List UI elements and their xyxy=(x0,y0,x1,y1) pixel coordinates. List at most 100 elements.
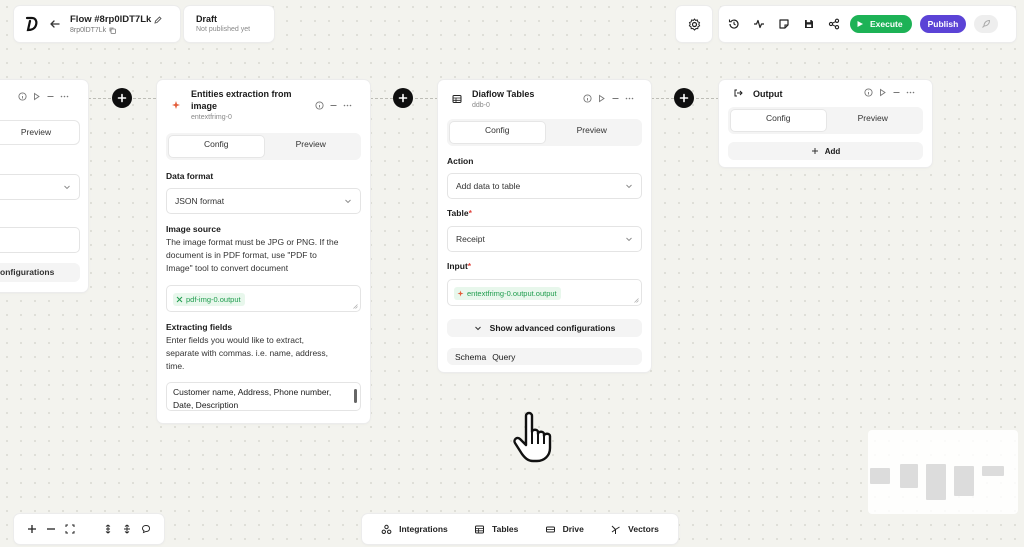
input-field[interactable]: entextfrimg-0.output.output xyxy=(447,279,642,306)
info-icon[interactable] xyxy=(315,101,324,110)
tab-query[interactable]: Query xyxy=(492,352,515,362)
integrations-button[interactable]: Integrations xyxy=(381,524,448,535)
tab-schema[interactable]: Schema xyxy=(455,352,486,362)
vectors-button[interactable]: Vectors xyxy=(610,524,659,535)
chevron-down-icon xyxy=(344,197,352,205)
node-header: Entities extraction from image entextfri… xyxy=(191,88,292,121)
more-icon[interactable] xyxy=(343,101,352,110)
tab-config[interactable]: Config xyxy=(450,122,545,143)
minimize-icon[interactable] xyxy=(46,92,55,101)
status-title: Draft xyxy=(196,14,218,24)
copy-icon[interactable] xyxy=(109,27,117,34)
more-icon[interactable] xyxy=(625,94,634,103)
tab-preview[interactable]: Preview xyxy=(264,136,359,157)
schema-query-tabs: Schema Query xyxy=(447,348,642,365)
save-icon[interactable] xyxy=(800,16,817,33)
extracting-fields-textarea[interactable]: Customer name, Address, Phone number, Da… xyxy=(166,382,361,411)
more-icon[interactable] xyxy=(906,88,915,97)
publish-label: Publish xyxy=(927,19,959,29)
resource-bar: Integrations Tables Drive Vectors xyxy=(362,514,678,544)
minimap-node xyxy=(982,466,1004,476)
node-title: Diaflow Tables xyxy=(472,89,535,99)
share-icon[interactable] xyxy=(825,16,842,33)
data-format-select[interactable]: JSON format xyxy=(166,188,361,214)
note-icon[interactable] xyxy=(775,16,792,33)
tab-preview[interactable]: Preview xyxy=(545,122,640,143)
add-output-button[interactable]: Add xyxy=(728,142,923,160)
plus-icon xyxy=(398,93,408,103)
node-entities-extraction[interactable]: Entities extraction from image entextfri… xyxy=(157,80,370,423)
show-advanced-button[interactable]: Show advanced configurations xyxy=(447,319,642,337)
table-select[interactable]: Receipt xyxy=(447,226,642,252)
execute-button[interactable]: Execute xyxy=(850,15,912,33)
tables-button[interactable]: Tables xyxy=(474,524,518,535)
table-icon xyxy=(474,524,485,535)
minimap-node xyxy=(900,464,918,488)
minimize-icon[interactable] xyxy=(329,101,338,110)
node-diaflow-tables[interactable]: Diaflow Tables ddb-0 Config Preview Acti… xyxy=(438,80,651,372)
activity-icon[interactable] xyxy=(750,16,767,33)
play-outline-icon[interactable] xyxy=(597,94,606,103)
advanced-configurations-button[interactable]: onfigurations xyxy=(0,263,80,282)
resize-handle-icon xyxy=(634,298,639,303)
more-icon[interactable] xyxy=(60,92,69,101)
fit-view-icon[interactable] xyxy=(65,524,75,534)
minimap-node xyxy=(926,464,946,500)
publish-button[interactable]: Publish xyxy=(919,15,967,33)
tab-preview[interactable]: Preview xyxy=(826,110,921,131)
node-actions xyxy=(18,92,69,101)
image-source-input[interactable]: pdf-img-0.output xyxy=(166,285,361,312)
chevron-down-icon xyxy=(625,182,633,190)
sparkle-icon xyxy=(171,100,181,110)
auto-layout-vertical-icon[interactable] xyxy=(103,524,113,534)
flow-title: Flow #8rp0lDT7Lk xyxy=(70,14,152,25)
tables-label: Tables xyxy=(492,524,519,534)
zoom-out-icon[interactable] xyxy=(46,524,56,534)
info-icon[interactable] xyxy=(18,92,27,101)
minimize-icon[interactable] xyxy=(892,88,901,97)
chevron-down-icon xyxy=(474,324,482,332)
info-icon[interactable] xyxy=(583,94,592,103)
add-node-button[interactable] xyxy=(674,88,694,108)
back-arrow-icon[interactable] xyxy=(48,17,62,31)
add-node-button[interactable] xyxy=(393,88,413,108)
tool-icon xyxy=(176,296,183,303)
tab-config[interactable]: Config xyxy=(731,110,826,131)
diaflow-logo[interactable] xyxy=(24,16,38,32)
flow-id: 8rp0lDT7Lk xyxy=(70,27,107,34)
play-outline-icon[interactable] xyxy=(878,88,887,97)
input-label: Input* xyxy=(447,261,472,271)
node-output[interactable]: Output Config Preview Add xyxy=(719,80,932,167)
show-advanced-label: Show advanced configurations xyxy=(489,323,616,333)
add-output-label: Add xyxy=(824,146,841,156)
deploy-button[interactable] xyxy=(974,15,999,33)
zoom-in-icon[interactable] xyxy=(27,524,37,534)
variable-chip[interactable]: pdf-img-0.output xyxy=(173,293,245,306)
node-header: Diaflow Tables ddb-0 xyxy=(472,88,534,109)
scrollbar-thumb[interactable] xyxy=(354,389,357,403)
pencil-icon[interactable] xyxy=(154,15,162,24)
table-icon xyxy=(452,94,462,104)
comment-icon[interactable] xyxy=(141,524,151,534)
tab-config[interactable]: Config xyxy=(169,136,264,157)
auto-layout-horizontal-icon[interactable] xyxy=(122,524,132,534)
settings-button[interactable] xyxy=(676,6,712,42)
tab-preview[interactable]: Preview xyxy=(0,124,76,141)
info-icon[interactable] xyxy=(864,88,873,97)
chevron-down-icon xyxy=(625,235,633,243)
status-sub: Not published yet xyxy=(196,26,251,33)
plus-icon xyxy=(811,147,819,155)
node-title-line2: image xyxy=(191,101,218,111)
text-input[interactable] xyxy=(0,227,80,253)
flow-header: Flow #8rp0lDT7Lk 8rp0lDT7Lk xyxy=(14,6,180,42)
node-partial-left[interactable]: Preview onfigurations xyxy=(0,80,88,292)
minimize-icon[interactable] xyxy=(611,94,620,103)
add-node-button[interactable] xyxy=(112,88,132,108)
action-select[interactable]: Add data to table xyxy=(447,173,642,199)
history-icon[interactable] xyxy=(725,16,742,33)
variable-chip[interactable]: entextfrimg-0.output.output xyxy=(454,287,561,300)
select-field[interactable] xyxy=(0,174,80,200)
drive-button[interactable]: Drive xyxy=(545,524,584,535)
play-outline-icon[interactable] xyxy=(32,92,41,101)
minimap[interactable] xyxy=(868,430,1018,514)
